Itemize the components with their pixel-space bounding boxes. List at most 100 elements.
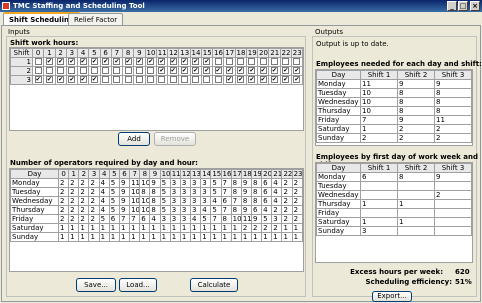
operator-count-cell[interactable]: 9: [240, 178, 252, 188]
operator-count-cell[interactable]: 2: [240, 223, 252, 233]
operator-count-cell[interactable]: 1: [88, 232, 100, 242]
hour-checkbox[interactable]: ✔: [147, 58, 155, 66]
operator-count-cell[interactable]: 3: [200, 196, 212, 206]
operator-count-cell[interactable]: 9: [118, 205, 131, 215]
operator-count-cell[interactable]: 9: [118, 178, 131, 188]
operator-count-cell[interactable]: 1: [98, 232, 110, 242]
hour-checkbox[interactable]: ✔: [57, 76, 65, 84]
operator-count-cell[interactable]: 1: [149, 232, 161, 242]
hour-checkbox[interactable]: [214, 58, 222, 66]
operator-count-cell[interactable]: 2: [88, 187, 100, 197]
operator-count-cell[interactable]: 1: [139, 223, 151, 233]
operator-count-cell[interactable]: 3: [190, 205, 202, 215]
operator-count-cell[interactable]: 5: [210, 178, 222, 188]
hour-checkbox[interactable]: [102, 76, 110, 84]
hour-checkbox[interactable]: [68, 67, 76, 75]
operator-count-cell[interactable]: 2: [291, 178, 304, 188]
operator-count-cell[interactable]: 3: [190, 196, 202, 206]
hour-checkbox[interactable]: [169, 76, 177, 84]
operator-count-cell[interactable]: 2: [88, 205, 100, 215]
load-button[interactable]: Load...: [119, 278, 157, 292]
hour-checkbox[interactable]: ✔: [45, 58, 53, 66]
operator-count-cell[interactable]: 1: [179, 232, 192, 242]
operator-count-cell[interactable]: 8: [250, 196, 263, 206]
operator-count-cell[interactable]: 3: [179, 205, 192, 215]
hour-checkbox[interactable]: ✔: [158, 58, 166, 66]
operator-count-cell[interactable]: 1: [129, 223, 141, 233]
operator-count-cell[interactable]: 5: [108, 178, 120, 188]
operator-count-cell[interactable]: 7: [220, 178, 232, 188]
operator-count-cell[interactable]: 8: [230, 178, 242, 188]
operator-count-cell[interactable]: 10: [139, 178, 151, 188]
hour-checkbox[interactable]: [282, 58, 290, 66]
hour-checkbox[interactable]: ✔: [90, 76, 98, 84]
operator-count-cell[interactable]: 10: [139, 205, 151, 215]
operator-count-cell[interactable]: 2: [291, 214, 304, 224]
operator-count-cell[interactable]: 2: [88, 214, 100, 224]
operator-count-cell[interactable]: 1: [190, 232, 202, 242]
hour-checkbox[interactable]: [79, 67, 87, 75]
operator-count-cell[interactable]: 2: [57, 214, 70, 224]
operator-count-cell[interactable]: 8: [220, 214, 232, 224]
operator-count-cell[interactable]: 1: [98, 223, 110, 233]
operator-count-cell[interactable]: 3: [169, 178, 181, 188]
hour-checkbox[interactable]: ✔: [79, 58, 87, 66]
operator-count-cell[interactable]: 3: [271, 214, 283, 224]
hour-checkbox[interactable]: ✔: [90, 58, 98, 66]
operator-count-cell[interactable]: 9: [240, 205, 252, 215]
operator-count-cell[interactable]: 1: [108, 223, 120, 233]
hour-checkbox[interactable]: [192, 76, 200, 84]
operator-count-cell[interactable]: 2: [78, 214, 90, 224]
operator-count-cell[interactable]: 1: [78, 232, 90, 242]
operator-count-cell[interactable]: 6: [108, 214, 120, 224]
hour-checkbox[interactable]: ✔: [225, 67, 233, 75]
operator-count-cell[interactable]: 3: [169, 187, 181, 197]
operator-count-cell[interactable]: 1: [230, 223, 242, 233]
operator-count-cell[interactable]: 4: [190, 214, 202, 224]
operator-count-cell[interactable]: 4: [200, 205, 212, 215]
operator-count-cell[interactable]: 1: [271, 232, 283, 242]
operator-count-cell[interactable]: 1: [169, 232, 181, 242]
operator-count-cell[interactable]: 1: [250, 232, 263, 242]
operator-count-cell[interactable]: 4: [98, 205, 110, 215]
operator-count-cell[interactable]: 2: [291, 205, 304, 215]
operator-count-cell[interactable]: 2: [68, 214, 80, 224]
hour-checkbox[interactable]: ✔: [259, 67, 267, 75]
operator-count-cell[interactable]: 11: [129, 178, 141, 188]
operator-count-cell[interactable]: 9: [118, 196, 131, 206]
remove-button[interactable]: Remove: [154, 132, 196, 146]
operator-count-cell[interactable]: 2: [78, 178, 90, 188]
hour-checkbox[interactable]: ✔: [214, 67, 222, 75]
operator-count-cell[interactable]: 2: [291, 187, 304, 197]
operator-count-cell[interactable]: 5: [159, 205, 171, 215]
operator-count-cell[interactable]: 8: [230, 205, 242, 215]
operator-count-cell[interactable]: 2: [68, 196, 80, 206]
hour-checkbox[interactable]: ✔: [113, 58, 121, 66]
hour-checkbox[interactable]: [45, 67, 53, 75]
operator-count-cell[interactable]: 1: [220, 232, 232, 242]
operator-count-cell[interactable]: 6: [261, 178, 273, 188]
operator-count-cell[interactable]: 10: [129, 196, 141, 206]
hour-checkbox[interactable]: [180, 76, 188, 84]
operator-count-cell[interactable]: 1: [220, 223, 232, 233]
operator-count-cell[interactable]: 7: [129, 214, 141, 224]
operator-count-cell[interactable]: 3: [179, 187, 192, 197]
operator-count-cell[interactable]: 1: [68, 232, 80, 242]
operator-count-cell[interactable]: 1: [179, 223, 192, 233]
hour-checkbox[interactable]: [135, 76, 143, 84]
hour-checkbox[interactable]: ✔: [237, 67, 245, 75]
operator-count-cell[interactable]: 3: [169, 205, 181, 215]
hour-checkbox[interactable]: [57, 67, 65, 75]
operator-count-cell[interactable]: 6: [139, 214, 151, 224]
save-button[interactable]: Save...: [76, 278, 116, 292]
maximize-button[interactable]: □: [458, 1, 468, 11]
hour-checkbox[interactable]: ✔: [203, 67, 211, 75]
operator-count-cell[interactable]: 2: [271, 205, 283, 215]
operator-count-cell[interactable]: 10: [230, 214, 242, 224]
operator-count-cell[interactable]: 8: [240, 196, 252, 206]
hour-checkbox[interactable]: ✔: [45, 76, 53, 84]
hour-checkbox[interactable]: ✔: [282, 67, 290, 75]
operator-count-cell[interactable]: 1: [281, 232, 293, 242]
hour-checkbox[interactable]: [34, 67, 42, 75]
operator-count-cell[interactable]: 6: [261, 187, 273, 197]
